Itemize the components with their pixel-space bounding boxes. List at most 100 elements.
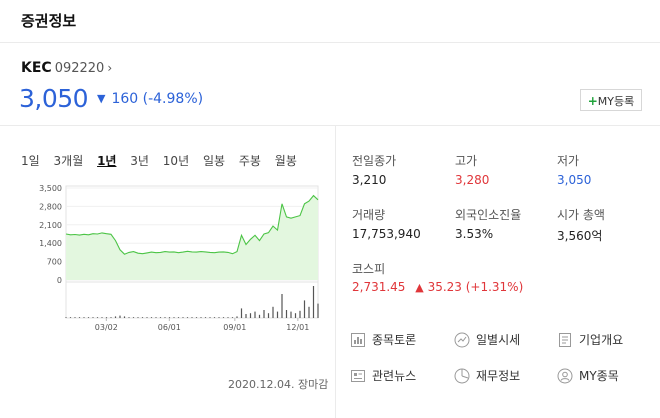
x-tick-label: 12/01 — [286, 323, 309, 332]
volume-bar — [272, 306, 274, 318]
tab-period-3y[interactable]: 3년 — [130, 154, 149, 168]
volume-bar — [267, 313, 270, 318]
index-label: 코스피 — [352, 262, 386, 276]
volume-bar — [213, 317, 216, 318]
link-my-stocks[interactable]: MY종목 — [557, 367, 619, 384]
up-triangle-icon: ▲ — [415, 281, 424, 294]
stat-value-volume: 17,753,940 — [352, 227, 421, 241]
tab-period-3m[interactable]: 3개월 — [54, 154, 84, 168]
stock-name-link[interactable]: KEC 092220 › — [21, 60, 112, 76]
volume-bar — [299, 310, 301, 318]
volume-bar — [254, 311, 256, 318]
tab-period-1y[interactable]: 1년 — [97, 154, 116, 168]
volume-bar — [87, 317, 90, 318]
volume-bar — [83, 317, 85, 318]
stat-label-foreign-ratio: 외국인소진율 — [455, 208, 522, 222]
volume-bar — [101, 317, 103, 318]
link-label: 관련뉴스 — [372, 369, 417, 383]
down-triangle-icon: ▼ — [97, 92, 106, 105]
tab-period-10y[interactable]: 10년 — [163, 154, 189, 168]
volume-bar — [290, 311, 292, 318]
index-value: 2,731.45 ▲ 35.23 (+1.31%) — [352, 280, 523, 294]
volume-bar — [285, 310, 288, 318]
volume-bar — [141, 317, 144, 318]
tab-period-weekly[interactable]: 주봉 — [239, 154, 261, 168]
volume-bar — [222, 317, 225, 318]
link-stock-discussion[interactable]: 종목토론 — [350, 331, 416, 348]
x-tick-label: 03/02 — [95, 323, 118, 332]
volume-bar — [308, 306, 310, 318]
add-my-stock-button[interactable]: +MY등록 — [580, 89, 642, 111]
column-divider — [335, 126, 336, 418]
news-icon — [351, 369, 365, 382]
volume-bar — [231, 317, 234, 318]
x-tick-label: 06/01 — [158, 323, 181, 332]
volume-bar — [137, 317, 139, 318]
tab-period-monthly[interactable]: 월봉 — [275, 154, 297, 168]
stat-label-market-cap: 시가 총액 — [557, 208, 605, 222]
volume-bar — [146, 317, 148, 318]
document-icon — [559, 332, 571, 347]
volume-chart: 03/02 06/01 09/01 12/01 — [65, 282, 319, 332]
tab-period-daily[interactable]: 일봉 — [203, 154, 225, 168]
volume-bar — [114, 316, 117, 318]
volume-bar — [168, 317, 171, 318]
link-financial-info[interactable]: 재무정보 — [454, 367, 520, 384]
trend-circle-icon — [454, 332, 470, 347]
stock-code: 092220 — [54, 61, 105, 76]
volume-bar — [119, 315, 121, 318]
link-company-overview[interactable]: 기업개요 — [557, 331, 623, 348]
stat-value-foreign-ratio: 3.53% — [455, 227, 494, 241]
volume-bar — [110, 317, 112, 318]
section-divider — [0, 125, 660, 126]
link-label: MY종목 — [579, 369, 619, 383]
y-tick-label: 700 — [47, 258, 62, 267]
page-title: 증권정보 — [21, 12, 77, 30]
volume-bar — [317, 303, 319, 318]
y-tick-label: 3,500 — [39, 184, 62, 193]
plus-icon: + — [587, 94, 598, 108]
link-related-news[interactable]: 관련뉴스 — [350, 367, 416, 384]
price-change-text: 160 (-4.98%) — [111, 91, 204, 107]
volume-bar — [191, 317, 193, 318]
volume-bar — [281, 294, 283, 318]
stock-name: KEC — [21, 60, 52, 76]
stat-label-prev-close: 전일종가 — [352, 154, 397, 168]
last-updated-label: 2020.12.04. 장마감 — [228, 378, 329, 391]
volume-area — [65, 282, 319, 319]
link-label: 종목토론 — [372, 333, 417, 347]
index-change-text: 35.23 (+1.31%) — [427, 280, 524, 294]
volume-bar — [69, 317, 72, 318]
price-chart[interactable]: 3,5002,8002,1001,4007000 — [20, 180, 320, 284]
add-my-stock-label: MY등록 — [597, 95, 635, 108]
volume-bar — [263, 310, 265, 318]
index-value-text: 2,731.45 — [352, 280, 406, 294]
volume-bar — [236, 316, 238, 318]
volume-bar — [240, 308, 243, 318]
link-daily-price[interactable]: 일별시세 — [454, 331, 520, 348]
link-label: 재무정보 — [476, 369, 521, 383]
x-tick-label: 09/01 — [223, 323, 246, 332]
tab-period-1d[interactable]: 1일 — [21, 154, 40, 168]
volume-bar — [132, 317, 135, 318]
volume-bar — [312, 286, 315, 318]
pie-chart-icon — [454, 368, 470, 383]
y-tick-label: 2,800 — [39, 202, 62, 211]
chart-board-icon — [351, 332, 365, 347]
volume-bar — [96, 317, 99, 318]
volume-bar — [173, 317, 175, 318]
volume-bar — [186, 317, 189, 318]
volume-bar — [204, 317, 207, 318]
volume-bar — [123, 316, 126, 318]
y-tick-label: 2,100 — [39, 221, 62, 230]
volume-bar — [150, 317, 153, 318]
volume-bar — [294, 313, 297, 318]
volume-bar — [249, 313, 252, 318]
y-tick-label: 1,400 — [39, 239, 62, 248]
volume-bar — [276, 311, 279, 318]
volume-bar — [209, 317, 211, 318]
volume-bar — [65, 317, 67, 318]
volume-bar — [218, 317, 220, 318]
volume-bar — [78, 317, 81, 318]
volume-bar — [245, 314, 247, 318]
